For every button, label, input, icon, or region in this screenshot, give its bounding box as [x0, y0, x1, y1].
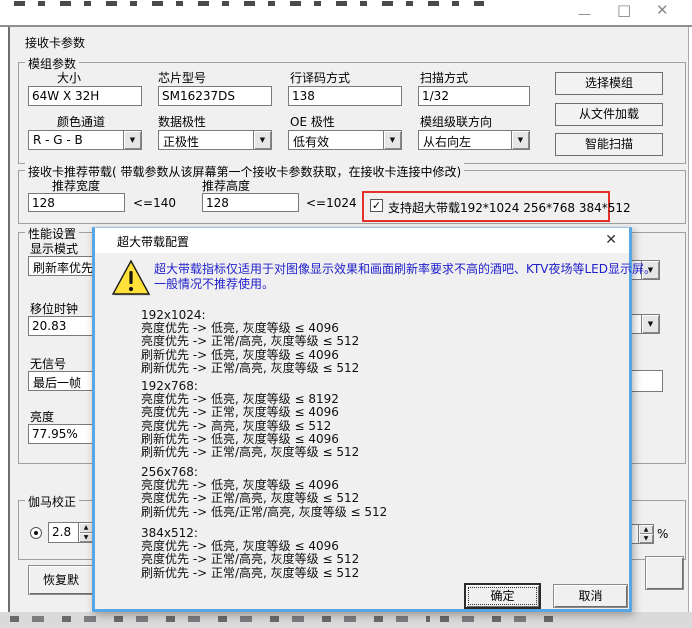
section-line: 亮度优先 -> 高亮, 灰度等级 ≤ 512	[141, 420, 359, 433]
display-mode-label: 显示模式	[30, 240, 78, 257]
section-line: 刷新优先 -> 正常/高亮, 灰度等级 ≤ 512	[141, 567, 359, 580]
section-line: 亮度优先 -> 正常/高亮, 灰度等级 ≤ 512	[141, 492, 387, 505]
no-signal-label: 无信号	[30, 355, 66, 372]
spin-up-icon[interactable]: ▲	[79, 523, 93, 533]
section-line: 刷新优先 -> 低亮/正常/高亮, 灰度等级 ≤ 512	[141, 506, 387, 519]
section-line: 亮度优先 -> 正常/高亮, 灰度等级 ≤ 512	[141, 335, 359, 348]
dialog-titlebar: 超大带载配置 ✕	[95, 228, 629, 253]
data-polarity-value: 正极性	[163, 133, 199, 150]
section-line: 亮度优先 -> 正常, 灰度等级 ≤ 4096	[141, 406, 359, 419]
close-icon[interactable]: ✕	[605, 232, 617, 248]
no-signal-value: 最后一帧	[33, 374, 81, 391]
section-line: 刷新优先 -> 正常/高亮, 灰度等级 ≤ 512	[141, 446, 359, 459]
chevron-down-icon[interactable]: ▼	[641, 315, 659, 333]
scan-mode-label: 扫描方式	[420, 69, 468, 86]
chip-model-input[interactable]	[158, 86, 272, 106]
chevron-down-icon[interactable]: ▼	[123, 131, 141, 149]
row-decode-label: 行译码方式	[290, 69, 350, 86]
load-from-file-button[interactable]: 从文件加载	[555, 103, 663, 126]
section-line: 亮度优先 -> 正常/高亮, 灰度等级 ≤ 512	[141, 553, 359, 566]
width-limit-label: <=140	[133, 196, 176, 210]
height-limit-label: <=1024	[306, 196, 357, 210]
size-label: 大小	[57, 69, 81, 86]
chevron-down-icon[interactable]: ▼	[511, 131, 529, 149]
oe-polarity-select[interactable]: 低有效 ▼	[288, 130, 402, 150]
cascade-direction-label: 模组级联方向	[420, 113, 492, 130]
color-channel-label: 颜色通道	[57, 113, 105, 130]
row-decode-input[interactable]	[288, 86, 402, 106]
clipped-bottom-icons	[10, 616, 430, 622]
oe-polarity-label: OE 极性	[290, 113, 335, 130]
warning-text-line2: 一般情况不推荐使用。	[154, 277, 274, 292]
clipped-menu-text	[14, 1, 484, 6]
supersize-checkbox[interactable]: ✓	[370, 199, 383, 212]
section-line: 刷新优先 -> 低亮, 灰度等级 ≤ 4096	[141, 349, 359, 362]
chevron-down-icon[interactable]: ▼	[253, 131, 271, 149]
close-icon[interactable]: ✕	[656, 4, 669, 17]
warning-icon	[111, 259, 151, 297]
screen: — □ ✕ 接收卡参数 模组参数 大小 芯片型号 行译码方式 扫描方式 颜色通道…	[0, 0, 692, 628]
data-polarity-label: 数据极性	[158, 113, 206, 130]
section-192x768: 192x768: 亮度优先 -> 低亮, 灰度等级 ≤ 8192 亮度优先 ->…	[141, 380, 359, 459]
gamma-radio[interactable]	[30, 527, 42, 539]
bottom-right-partial-button[interactable]	[645, 556, 684, 590]
recommended-height-label: 推荐高度	[202, 177, 250, 194]
gamma-value: 2.8	[52, 525, 71, 539]
select-module-button[interactable]: 选择模组	[555, 72, 663, 95]
clipped-bottom-icons	[440, 616, 560, 622]
brightness-label: 亮度	[30, 408, 54, 425]
supersize-checkbox-label: 支持超大带载192*1024 256*768 384*512	[388, 199, 631, 216]
warning-text-line1: 超大带载指标仅适用于对图像显示效果和画面刷新率要求不高的酒吧、KTV夜场等LED…	[154, 262, 656, 277]
cascade-direction-select[interactable]: 从右向左 ▼	[418, 130, 530, 150]
ok-button[interactable]: 确定	[465, 584, 540, 608]
color-channel-select[interactable]: R - G - B ▼	[28, 130, 142, 150]
radio-dot-icon	[34, 531, 38, 535]
smart-scan-button[interactable]: 智能扫描	[555, 133, 663, 156]
spin-down-icon[interactable]: ▼	[639, 534, 653, 543]
oe-polarity-value: 低有效	[293, 133, 329, 150]
section-line: 刷新优先 -> 正常/高亮, 灰度等级 ≤ 512	[141, 362, 359, 375]
dialog-title: 超大带载配置	[117, 233, 189, 250]
gamma-stepper[interactable]: 2.8 ▲ ▼	[48, 522, 94, 543]
right-stepper-buttons[interactable]: ▲ ▼	[638, 525, 653, 543]
recommended-width-label: 推荐宽度	[52, 177, 100, 194]
display-mode-value: 刷新率优先	[33, 259, 93, 276]
scan-mode-input[interactable]	[418, 86, 530, 106]
cascade-direction-value: 从右向左	[423, 133, 471, 150]
supersize-config-dialog: 超大带载配置 ✕ 超大带载指标仅适用于对图像显示效果和画面刷新率要求不高的酒吧、…	[92, 227, 632, 612]
section-256x768: 256x768: 亮度优先 -> 低亮, 灰度等级 ≤ 4096 亮度优先 ->…	[141, 466, 387, 519]
gamma-stepper-buttons[interactable]: ▲ ▼	[78, 523, 93, 542]
spin-down-icon[interactable]: ▼	[79, 533, 93, 543]
chip-model-label: 芯片型号	[158, 69, 206, 86]
maximize-icon[interactable]: □	[617, 4, 631, 17]
minimize-icon[interactable]: —	[578, 8, 591, 21]
tab-receiving-card-params[interactable]: 接收卡参数	[25, 34, 85, 51]
percent-unit-label: %	[657, 527, 668, 541]
color-channel-value: R - G - B	[33, 133, 83, 147]
section-192x1024: 192x1024: 亮度优先 -> 低亮, 灰度等级 ≤ 4096 亮度优先 -…	[141, 309, 359, 375]
recommended-width-input[interactable]	[28, 193, 125, 212]
cancel-button[interactable]: 取消	[553, 584, 628, 608]
clipped-bottom-bar	[0, 612, 692, 628]
checkmark-icon: ✓	[372, 199, 381, 212]
section-384x512: 384x512: 亮度优先 -> 低亮, 灰度等级 ≤ 4096 亮度优先 ->…	[141, 527, 359, 580]
chevron-down-icon[interactable]: ▼	[383, 131, 401, 149]
size-input[interactable]	[28, 86, 142, 106]
shift-clock-label: 移位时钟	[30, 300, 78, 317]
recommended-height-input[interactable]	[202, 193, 299, 212]
spin-up-icon[interactable]: ▲	[639, 525, 653, 534]
gamma-group-title: 伽马校正	[25, 493, 79, 510]
data-polarity-select[interactable]: 正极性 ▼	[158, 130, 272, 150]
